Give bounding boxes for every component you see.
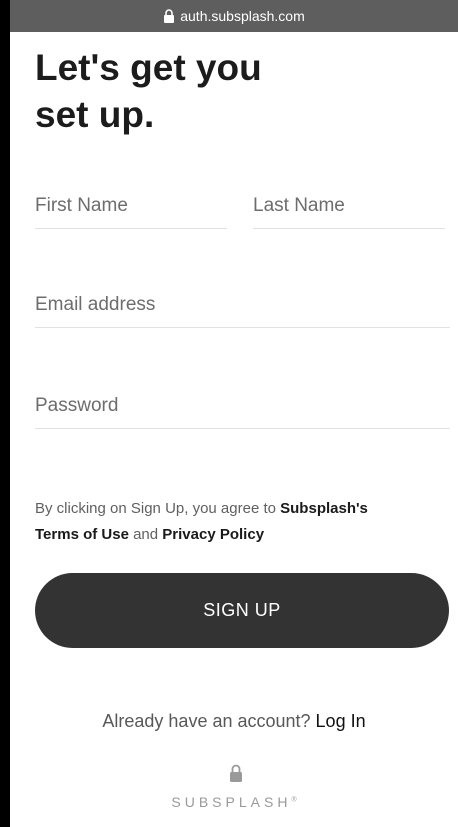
email-field[interactable] <box>35 283 450 328</box>
password-input[interactable] <box>35 395 450 417</box>
brand-text: SUBSPLASH <box>171 794 292 810</box>
terms-link[interactable]: Terms of Use <box>35 526 129 543</box>
privacy-link[interactable]: Privacy Policy <box>162 526 264 543</box>
legal-prefix: By clicking on Sign Up, you agree to <box>35 500 281 517</box>
page-title: Let's get you set up. <box>35 44 335 138</box>
lock-icon <box>230 764 242 782</box>
first-name-field[interactable] <box>35 184 227 229</box>
login-prompt-text: Already have an account? <box>102 711 316 731</box>
title-line-2: set up. <box>35 94 155 135</box>
brand-mark: ® <box>291 796 297 804</box>
login-prompt: Already have an account? Log In <box>10 711 458 732</box>
legal-notice: By clicking on Sign Up, you agree to Sub… <box>35 496 435 548</box>
last-name-input[interactable] <box>253 195 445 217</box>
legal-brand: Subsplash's <box>280 500 368 517</box>
lock-icon <box>164 9 175 23</box>
password-field[interactable] <box>35 384 450 429</box>
log-in-link[interactable]: Log In <box>316 711 366 731</box>
email-input[interactable] <box>35 294 450 316</box>
last-name-field[interactable] <box>253 184 445 229</box>
legal-and: and <box>128 526 163 543</box>
url-text: auth.subsplash.com <box>180 8 305 24</box>
first-name-input[interactable] <box>35 195 227 217</box>
brand-logo: SUBSPLASH® <box>10 794 458 810</box>
sign-up-button[interactable]: SIGN UP <box>35 573 449 648</box>
page: auth.subsplash.com Let's get you set up.… <box>10 0 458 827</box>
url-bar[interactable]: auth.subsplash.com <box>10 0 458 32</box>
title-line-1: Let's get you <box>35 47 262 88</box>
